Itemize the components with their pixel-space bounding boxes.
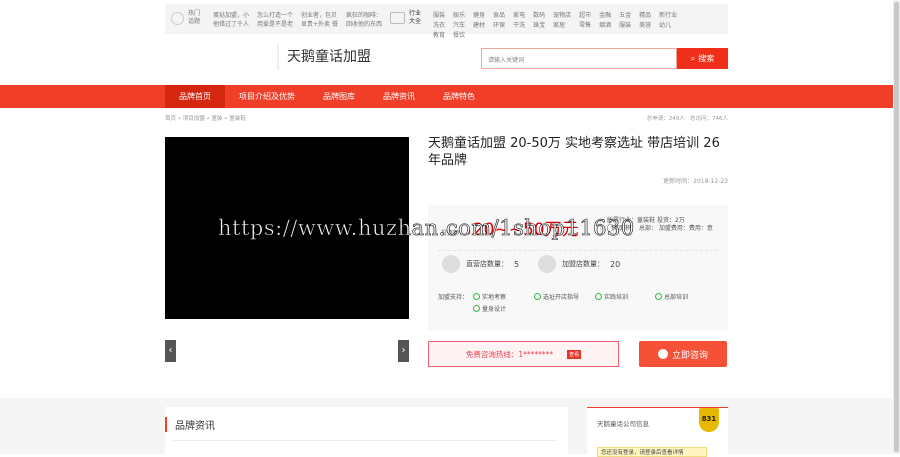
- support-tag: 实地考察: [473, 292, 506, 301]
- nav-news[interactable]: 品牌资讯: [369, 85, 429, 108]
- store-icon: [538, 255, 556, 273]
- category-link[interactable]: 教育: [433, 31, 445, 40]
- category-link[interactable]: 餐饮: [453, 31, 465, 40]
- check-icon: [595, 293, 602, 300]
- list-icon: [390, 12, 405, 24]
- nav-gallery[interactable]: 品牌图库: [309, 85, 369, 108]
- view-button[interactable]: 查看: [567, 349, 582, 359]
- nav-project-intro[interactable]: 项目介绍及优势: [225, 85, 309, 108]
- hot-link[interactable]: 创业者，包贝 显贵+外卖 餐: [301, 11, 338, 29]
- hot-topics-label: 热门话题: [188, 10, 201, 25]
- scrollbar-thumb[interactable]: [894, 2, 899, 452]
- fire-icon: [171, 11, 184, 25]
- category-link[interactable]: 零售: [579, 21, 591, 30]
- category-link[interactable]: 幼儿: [659, 21, 677, 30]
- industry-label: 行业大全: [409, 10, 422, 25]
- category-link[interactable]: 建材: [473, 21, 485, 30]
- category-link[interactable]: 干洗: [513, 21, 525, 30]
- top-bar: 热门话题 蛋挞加盟，小 他错过了千人 怎么打造一个 用爱是不是老 创业者，包贝 显贵+…: [165, 4, 728, 39]
- category-link[interactable]: 珠宝: [533, 21, 545, 30]
- login-note[interactable]: 您还没有登录，请登录后查看详情: [597, 447, 707, 457]
- nav-brand-home[interactable]: 品牌首页: [165, 85, 225, 108]
- chat-icon: [657, 349, 668, 359]
- category-link[interactable]: 家居: [553, 21, 571, 30]
- category-link[interactable]: 环保: [493, 21, 505, 30]
- check-icon: [655, 293, 662, 300]
- category-link[interactable]: 汽车: [453, 21, 465, 30]
- support-label: 加盟支持：: [438, 294, 469, 301]
- search-icon: ⌕: [690, 53, 696, 63]
- brand-nav: 品牌首页 项目介绍及优势 品牌图库 品牌资讯 品牌特色: [0, 85, 893, 108]
- category-link[interactable]: 金融: [599, 11, 611, 20]
- shield-badge-icon: 831: [699, 408, 719, 432]
- store-icon: [442, 255, 460, 273]
- hot-link[interactable]: 疯狂的咖啡： 回收他的东西: [346, 11, 382, 29]
- category-link[interactable]: 宠物店: [553, 11, 571, 20]
- category-link[interactable]: 家电: [513, 11, 525, 20]
- stats: 总申请：249人 总访问：746人: [646, 116, 728, 122]
- category-link[interactable]: 五金: [619, 11, 631, 20]
- breadcrumb[interactable]: 首页 • 项目加盟 • 童装 • 童装鞋: [165, 114, 246, 122]
- category-link[interactable]: 健身: [473, 11, 485, 20]
- prev-arrow-button[interactable]: ‹: [165, 340, 176, 362]
- hot-link[interactable]: 蛋挞加盟，小 他错过了千人: [213, 11, 249, 29]
- news-title: 品牌资讯: [165, 417, 215, 432]
- franchise-stores: 加盟店数量： 20: [538, 255, 620, 273]
- product-title: 天鹅童话加盟 20-50万 实地考察选址 带店培训 26年品牌: [428, 136, 720, 168]
- support-tag: 总部培训: [655, 292, 688, 301]
- search-input[interactable]: 请输入关键词: [481, 48, 677, 69]
- support-tag: 选址开店指导: [534, 292, 579, 301]
- hot-links: 蛋挞加盟，小 他错过了千人 怎么打造一个 用爱是不是老 创业者，包贝 显贵+外卖 餐 …: [213, 11, 382, 29]
- check-icon: [473, 305, 480, 312]
- category-grid: 服装 娱乐 健身 食品 家电 数码 宠物店 超市 金融 五金 精品 新行业 洗衣 汽车 建材 环保 干洗 珠宝 家居…: [433, 11, 677, 40]
- company-title: 天鹅童话公司信息: [597, 420, 649, 428]
- category-link[interactable]: 烟酒: [599, 21, 611, 30]
- news-panel: 品牌资讯: [165, 407, 568, 454]
- watermark: https://www.huzhan.com/1shop11630: [218, 216, 635, 241]
- category-link[interactable]: 洗衣: [433, 21, 445, 30]
- category-link[interactable]: 精品: [639, 11, 651, 20]
- category-link[interactable]: 服装: [619, 21, 631, 30]
- search-button[interactable]: ⌕ 搜索: [677, 48, 728, 69]
- update-time: 更新时间：2018-12-23: [663, 178, 728, 185]
- hotline-button[interactable]: 免费咨询热线：1******** 查看: [428, 341, 619, 367]
- hot-topics: 热门话题: [171, 10, 202, 26]
- brand-logo[interactable]: 天鹅童话加盟: [277, 44, 371, 70]
- support-tag: 实践培训: [595, 292, 628, 301]
- direct-stores: 直营店数量： 5: [442, 255, 519, 273]
- category-link[interactable]: 美容: [639, 21, 651, 30]
- category-link[interactable]: 数码: [533, 11, 545, 20]
- category-link[interactable]: 食品: [493, 11, 505, 20]
- next-arrow-button[interactable]: ›: [398, 340, 409, 362]
- check-icon: [534, 293, 541, 300]
- support-tag: 量身设计: [473, 304, 506, 313]
- nav-features[interactable]: 品牌特色: [429, 85, 489, 108]
- category-link[interactable]: 娱乐: [453, 11, 465, 20]
- category-link[interactable]: 超市: [579, 11, 591, 20]
- hot-link[interactable]: 怎么打造一个 用爱是不是老: [257, 11, 293, 29]
- category-link[interactable]: 服装: [433, 11, 445, 20]
- category-link[interactable]: 新行业: [659, 11, 677, 20]
- industry: 行业大全: [390, 10, 423, 26]
- company-panel: 天鹅童话公司信息 831 您还没有登录，请登录后查看详情: [587, 407, 728, 457]
- check-icon: [473, 293, 480, 300]
- consult-button[interactable]: 立即咨询: [639, 341, 727, 367]
